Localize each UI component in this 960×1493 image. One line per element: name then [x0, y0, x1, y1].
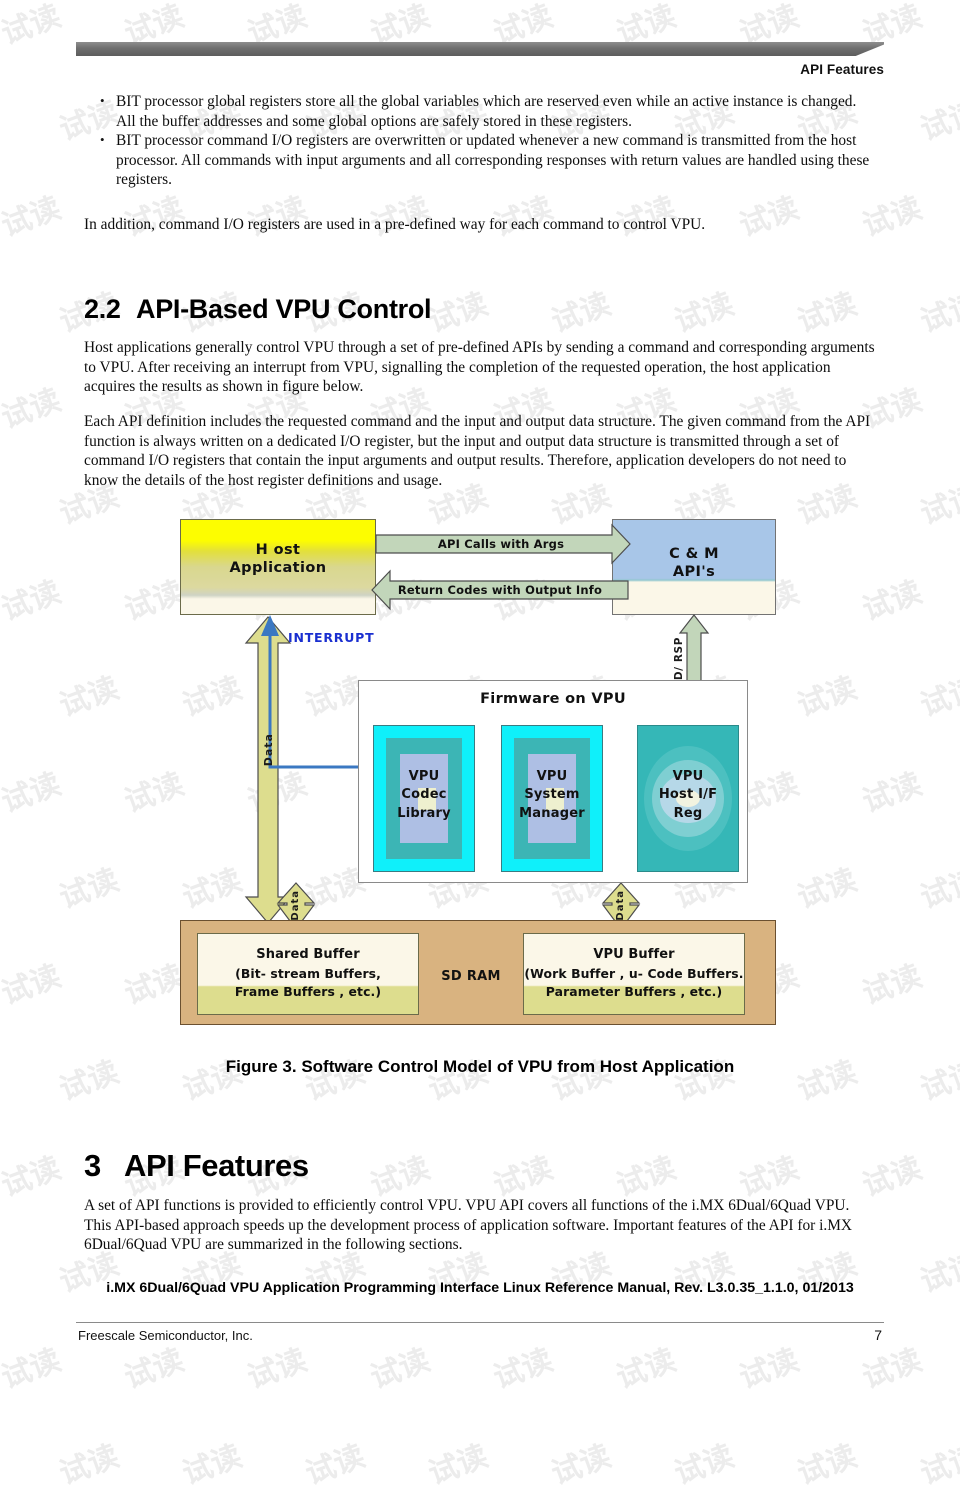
list-item: BIT processor global registers store all… [84, 91, 876, 131]
watermark-text: 试读 [301, 1438, 370, 1492]
data-arrow-left-label: Data [262, 733, 275, 767]
header-rule [76, 42, 884, 56]
watermark-text: 试读 [424, 1438, 493, 1492]
footer-page-number: 7 [874, 1327, 882, 1343]
return-codes-arrow-label: Return Codes with Output Info [397, 583, 603, 597]
hostif-label-line1: VPU [672, 769, 704, 784]
cm-apis-label-line1: C & M [669, 546, 719, 562]
vpu-codec-library-label: VPU Codec Library [374, 768, 474, 823]
section-3-title: API Features [124, 1148, 309, 1183]
sysmgr-label-line1: VPU [536, 769, 568, 784]
hostif-label-line3: Reg [673, 805, 703, 821]
section-22-heading-wrap: 2.2 API-Based VPU Control [84, 294, 876, 325]
watermark-text: 试读 [916, 1438, 960, 1492]
vpu-buffer-line2: (Work Buffer , u- Code Buffers. [524, 965, 744, 981]
codec-label-line1: VPU [408, 769, 440, 784]
section-22-number: 2.2 [84, 294, 121, 324]
vpu-system-manager-module: VPU System Manager [501, 725, 603, 872]
hostif-label-line2: Host I/F [658, 787, 718, 803]
paragraph-1-wrap: Host applications generally control VPU … [84, 338, 876, 397]
paragraph-1: Host applications generally control VPU … [84, 339, 875, 396]
document-page: API Features BIT processor global regist… [0, 0, 960, 1357]
interrupt-label: INTERRUPT [288, 630, 375, 645]
data-arrow-right-label: Data [615, 890, 626, 921]
list-item: BIT processor command I/O registers are … [84, 130, 876, 190]
vpu-buffer-title: VPU Buffer [593, 947, 675, 962]
cm-apis-label: C & M API's [613, 546, 775, 581]
shared-buffer-title: Shared Buffer [256, 947, 360, 962]
footer-company: Freescale Semiconductor, Inc. [78, 1328, 253, 1343]
host-application-label: H ost Application [181, 542, 375, 577]
watermark-text: 试读 [670, 1438, 739, 1492]
watermark-text: 试读 [55, 1438, 124, 1492]
paragraph-3-wrap: A set of API functions is provided to ef… [84, 1196, 876, 1255]
cm-apis-label-line2: API's [672, 563, 716, 580]
firmware-on-vpu-box: Firmware on VPU VPU Codec Library VPU Sy… [358, 680, 748, 883]
sysmgr-label-line2: System [524, 787, 580, 803]
paragraph-3: A set of API functions is provided to ef… [84, 1197, 853, 1254]
header-title: API Features [800, 62, 884, 77]
data-arrow-middle-label: Data [290, 890, 301, 921]
host-application-label-line2: Application [229, 559, 327, 576]
shared-buffer-line2: (Bit- stream Buffers, [235, 965, 381, 981]
section-3-number: 3 [84, 1148, 101, 1183]
bullet-list: BIT processor global registers store all… [84, 91, 876, 190]
figure-software-control-model: H ost Application C & M API's API Calls … [168, 505, 788, 1027]
shared-buffer-label: Shared Buffer (Bit- stream Buffers, Fram… [198, 946, 418, 1001]
intro-paragraph-wrap: In addition, command I/O registers are u… [84, 215, 876, 235]
watermark-text: 试读 [178, 1438, 247, 1492]
bullet-list-section: BIT processor global registers store all… [84, 91, 876, 190]
section-3-heading-wrap: 3 API Features [84, 1148, 876, 1184]
watermark-text: 试读 [793, 1438, 862, 1492]
section-3-heading: 3 API Features [84, 1148, 876, 1184]
watermark-text: 试读 [0, 1431, 1, 1493]
interrupt-arrowhead-icon [261, 615, 279, 636]
figure-caption: Figure 3. Software Control Model of VPU … [225, 1057, 735, 1076]
interrupt-line-icon [268, 633, 358, 769]
paragraph-2-wrap: Each API definition includes the request… [84, 412, 876, 490]
vpu-host-if-reg-module: VPU Host I/F Reg [637, 725, 739, 872]
vpu-codec-library-module: VPU Codec Library [373, 725, 475, 872]
sdram-container: Shared Buffer (Bit- stream Buffers, Fram… [180, 920, 776, 1025]
sysmgr-label-line3: Manager [519, 805, 585, 821]
paragraph-2: Each API definition includes the request… [84, 413, 871, 489]
shared-buffer-box: Shared Buffer (Bit- stream Buffers, Fram… [197, 933, 419, 1015]
host-application-label-line1: H ost [255, 542, 301, 558]
footer-manual-title: i.MX 6Dual/6Quad VPU Application Program… [106, 1280, 854, 1296]
codec-label-line2: Codec [401, 787, 447, 803]
intro-paragraph: In addition, command I/O registers are u… [84, 216, 706, 233]
firmware-title: Firmware on VPU [480, 691, 626, 707]
footer-rule [76, 1322, 884, 1323]
cm-apis-box: C & M API's [612, 519, 776, 615]
vpu-host-if-reg-label: VPU Host I/F Reg [638, 768, 738, 823]
codec-label-line3: Library [397, 805, 451, 821]
shared-buffer-line3: Frame Buffers , etc.) [234, 983, 382, 999]
vpu-buffer-line3: Parameter Buffers , etc.) [545, 983, 723, 999]
section-22-heading: 2.2 API-Based VPU Control [84, 294, 876, 325]
vpu-system-manager-label: VPU System Manager [502, 768, 602, 823]
vpu-buffer-box: VPU Buffer (Work Buffer , u- Code Buffer… [523, 933, 745, 1015]
header-bar-shape [76, 42, 884, 56]
watermark-text: 试读 [547, 1438, 616, 1492]
section-22-title: API-Based VPU Control [136, 294, 432, 324]
data-arrow-left-icon [244, 616, 292, 924]
sdram-label: SD RAM [441, 969, 501, 984]
host-application-box: H ost Application [180, 519, 376, 615]
vpu-buffer-label: VPU Buffer (Work Buffer , u- Code Buffer… [524, 946, 744, 1001]
api-calls-arrow-label: API Calls with Args [437, 537, 565, 551]
